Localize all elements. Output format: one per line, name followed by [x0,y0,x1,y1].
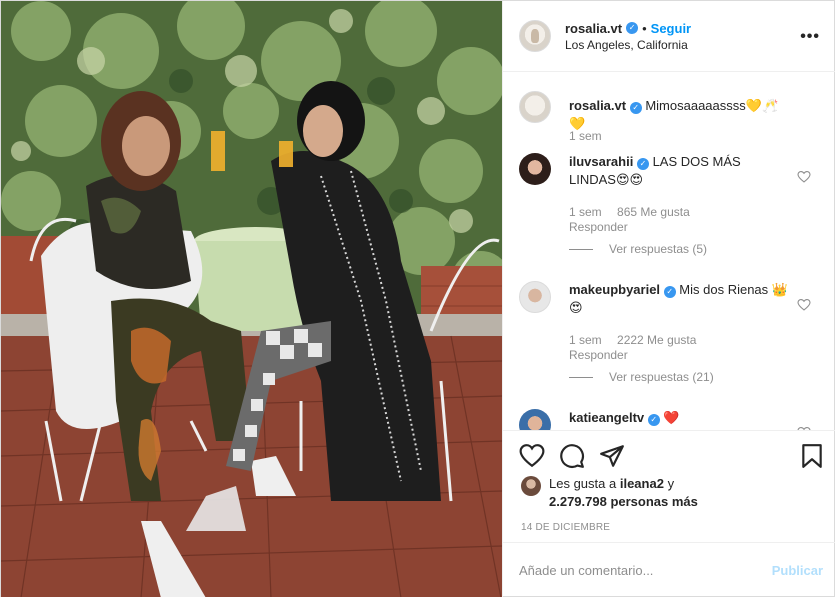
comment-likes[interactable]: 865 Me gusta [617,205,690,219]
comment-item: makeupbyariel ✓ Mis dos Rienas 👑😍 1 sem … [519,281,821,391]
caption-body: rosalia.vt ✓ Mimosaaaaassss💛🥂💛 [569,97,791,133]
view-replies-button[interactable]: Ver respuestas (5) [569,242,707,256]
commenter-avatar[interactable] [519,409,551,430]
post-date[interactable]: 14 DE DICIEMBRE [521,522,610,533]
view-replies-label: Ver respuestas (21) [609,370,714,384]
view-replies-line [569,248,593,250]
comment-time[interactable]: 1 sem [569,333,602,347]
verified-badge-icon: ✓ [629,102,642,114]
reply-button[interactable]: Responder [569,348,628,362]
comment-item: iluvsarahii ✓ LAS DOS MÁS LINDAS😍😍 1 sem… [519,153,821,263]
view-replies-line [569,376,593,378]
comment-icon[interactable] [559,443,585,469]
comment-body: iluvsarahii ✓ LAS DOS MÁS LINDAS😍😍 [569,153,791,189]
comment-time[interactable]: 1 sem [569,205,602,219]
comment-username[interactable]: makeupbyariel [569,282,660,297]
verified-badge-icon: ✓ [647,414,660,426]
post-dialog: rosalia.vt ✓ • Seguir Los Angeles, Calif… [0,0,835,597]
caption-time[interactable]: 1 sem [569,129,602,143]
comment-composer: Publicar [503,542,835,597]
caption-avatar[interactable] [519,91,551,123]
post-actions: Les gusta a ileana2 y 2.279.798 personas… [503,430,835,542]
verified-badge-icon: ✓ [663,286,676,298]
author-info: rosalia.vt ✓ • Seguir Los Angeles, Calif… [565,21,691,52]
likes-summary: Les gusta a ileana2 y 2.279.798 personas… [521,475,698,511]
likes-conj: y [667,476,675,491]
heart-icon[interactable] [519,443,545,469]
comment-like-heart-icon[interactable] [797,171,811,183]
comment-username[interactable]: katieangeltv [569,410,644,425]
comment-like-heart-icon[interactable] [797,299,811,311]
commenter-avatar[interactable] [519,153,551,185]
likes-user[interactable]: ileana2 [620,476,664,491]
comment-meta: 1 sem 865 Me gusta [569,205,702,219]
bookmark-icon[interactable] [799,443,825,469]
separator-dot: • [642,20,647,36]
post-sidebar: rosalia.vt ✓ • Seguir Los Angeles, Calif… [502,1,835,597]
comment-likes[interactable]: 2222 Me gusta [617,333,696,347]
caption-username[interactable]: rosalia.vt [569,98,626,113]
comment-meta: 1 sem 2222 Me gusta [569,333,708,347]
more-options-icon[interactable]: ••• [800,28,820,46]
liker-avatar[interactable] [521,476,541,496]
comment-text: ❤️ [663,410,680,425]
likes-others[interactable]: 2.279.798 personas más [549,494,698,509]
view-replies-button[interactable]: Ver respuestas (21) [569,370,714,384]
share-icon[interactable] [599,443,625,469]
author-avatar[interactable] [519,20,551,52]
reply-button[interactable]: Responder [569,220,628,234]
publish-button[interactable]: Publicar [772,563,823,578]
likes-text: Les gusta a ileana2 y 2.279.798 personas… [549,475,698,511]
commenter-avatar[interactable] [519,281,551,313]
post-location[interactable]: Los Angeles, California [565,38,691,52]
comments-list[interactable]: rosalia.vt ✓ Mimosaaaaassss💛🥂💛 1 sem ilu… [503,73,835,430]
post-header: rosalia.vt ✓ • Seguir Los Angeles, Calif… [503,1,835,72]
comment-item: katieangeltv ✓ ❤️ [519,409,821,430]
post-photo-illustration [1,1,502,597]
caption: rosalia.vt ✓ Mimosaaaaassss💛🥂💛 1 sem [519,91,821,151]
verified-badge-icon: ✓ [626,22,639,34]
verified-badge-icon: ✓ [636,158,649,170]
view-replies-label: Ver respuestas (5) [609,242,708,256]
author-username[interactable]: rosalia.vt [565,21,622,36]
comment-body: makeupbyariel ✓ Mis dos Rienas 👑😍 [569,281,791,317]
comment-input[interactable] [519,563,759,578]
likes-prefix: Les gusta a [549,476,617,491]
follow-button[interactable]: Seguir [651,21,691,36]
post-photo[interactable] [1,1,502,597]
comment-username[interactable]: iluvsarahii [569,154,633,169]
comment-body: katieangeltv ✓ ❤️ [569,409,791,427]
caption-meta: 1 sem [569,129,614,143]
